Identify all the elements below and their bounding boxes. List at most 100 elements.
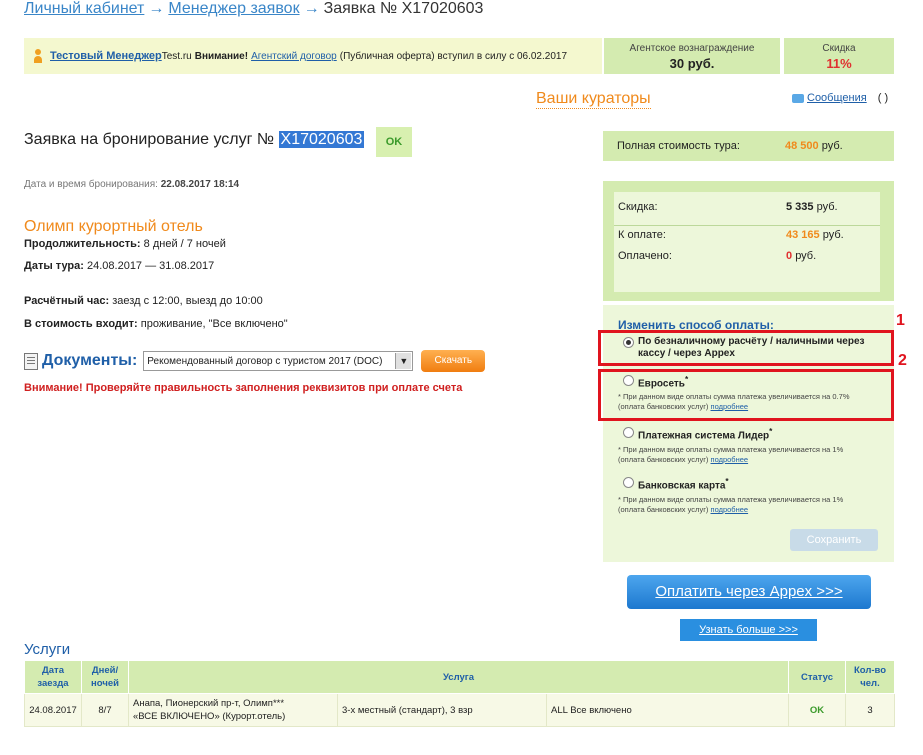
col-checkin-date: Дата заезда bbox=[24, 660, 82, 694]
lider-note-line2: (оплата банковских услуг) подробнее bbox=[618, 455, 843, 465]
cell-room: 3-х местный (стандарт), 3 взр bbox=[337, 693, 547, 727]
card-note-line2: (оплата банковских услуг) подробнее bbox=[618, 505, 843, 515]
full-cost-value: 48 500 руб. bbox=[785, 140, 843, 152]
discount-value: 11% bbox=[826, 56, 852, 71]
services-title: Услуги bbox=[24, 641, 71, 658]
checkin-value: заезд с 12:00, выезд до 10:00 bbox=[112, 295, 263, 307]
cell-people: 3 bbox=[845, 693, 895, 727]
cell-date: 24.08.2017 bbox=[24, 693, 82, 727]
user-icon bbox=[34, 49, 42, 63]
documents-label: Документы bbox=[42, 352, 132, 369]
contract-link[interactable]: Агентский договор bbox=[251, 51, 337, 62]
agent-reward-label: Агентское вознаграждение bbox=[629, 43, 755, 54]
col-days-nights: Дней/ ночей bbox=[81, 660, 129, 694]
summary-paid-value: 0 руб. bbox=[786, 250, 816, 262]
lider-note-line1: * При данном виде оплаты сумма платежа у… bbox=[618, 445, 844, 454]
full-cost-amount: 48 500 bbox=[785, 140, 819, 152]
payment-warning: Внимание! Проверяйте правильность заполн… bbox=[24, 382, 463, 394]
lider-more-link[interactable]: подробнее bbox=[711, 455, 749, 464]
agency-name: Test.ru bbox=[161, 50, 192, 62]
cell-nights: 8/7 bbox=[81, 693, 129, 727]
duration-label: Продолжительность: bbox=[24, 238, 141, 250]
notice-attention: Внимание! bbox=[194, 50, 249, 62]
cell-hotel-line2: «ВСЕ ВКЛЮЧЕНО» (Курорт.отель) bbox=[133, 711, 286, 722]
chevron-down-icon[interactable]: ▼ bbox=[395, 353, 412, 369]
services-table: Дата заезда Дней/ ночей Услуга Статус Ко… bbox=[24, 660, 895, 727]
highlight-box-1 bbox=[598, 330, 894, 366]
booking-date: Дата и время бронирования: 22.08.2017 18… bbox=[24, 179, 239, 190]
order-title-text: Заявка на бронирование услуг № bbox=[24, 131, 275, 148]
hotel-name: Олимп курортный отель bbox=[24, 218, 203, 235]
table-row: 24.08.2017 8/7 Анапа, Пионерский пр-т, О… bbox=[24, 693, 895, 727]
order-number: X17020603 bbox=[278, 131, 365, 148]
col-status: Статус bbox=[788, 660, 846, 694]
agent-reward-value: 30 руб. bbox=[669, 56, 715, 71]
summary-paid-unit: руб. bbox=[795, 250, 817, 262]
notice-text: (Публичная оферта) вступил в силу с 06.0… bbox=[339, 50, 568, 62]
chat-icon bbox=[792, 93, 804, 103]
includes-line: В стоимость входит: проживание, "Все вкл… bbox=[24, 318, 288, 330]
breadcrumb-current: Заявка № X17020603 bbox=[323, 0, 484, 17]
tour-dates-line: Даты тура: 24.08.2017 — 31.08.2017 bbox=[24, 260, 214, 272]
pay-via-appex-button[interactable]: Оплатить через Appex >>> bbox=[627, 575, 871, 609]
cell-hotel: Анапа, Пионерский пр-т, Олимп*** «ВСЕ ВК… bbox=[128, 693, 338, 727]
highlight-box-2 bbox=[598, 369, 894, 421]
payment-option-card-label[interactable]: Банковская карта* bbox=[638, 476, 729, 491]
duration-line: Продолжительность: 8 дней / 7 ночей bbox=[24, 238, 226, 250]
agent-reward-box: Агентское вознаграждение 30 руб. bbox=[604, 38, 780, 74]
col-service: Услуга bbox=[128, 660, 789, 694]
learn-more-button[interactable]: Узнать больше >>> bbox=[680, 619, 817, 641]
payment-option-lider-label[interactable]: Платежная система Лидер* bbox=[638, 426, 772, 441]
cell-meal: ALL Все включено bbox=[546, 693, 789, 727]
tour-dates-label: Даты тура: bbox=[24, 260, 84, 272]
summary-to-pay-unit: руб. bbox=[822, 229, 844, 241]
payment-summary: Скидка: 5 335 руб. К оплате: 43 165 руб.… bbox=[603, 181, 894, 301]
full-cost-unit: руб. bbox=[821, 140, 843, 152]
save-button[interactable]: Сохранить bbox=[790, 529, 878, 551]
highlight-number-2: 2 bbox=[898, 352, 907, 369]
breadcrumb-order-manager[interactable]: Менеджер заявок bbox=[168, 0, 299, 17]
documents-colon: : bbox=[131, 352, 138, 369]
lider-label-text: Платежная система Лидер bbox=[638, 430, 770, 442]
manager-name-link[interactable]: Тестовый Менеджер bbox=[50, 50, 162, 62]
card-label-text: Банковская карта bbox=[638, 480, 726, 492]
messages: Сообщения ( ) bbox=[792, 92, 888, 104]
tour-dates-value: 24.08.2017 — 31.08.2017 bbox=[87, 260, 215, 272]
cell-hotel-line1: Анапа, Пионерский пр-т, Олимп*** bbox=[133, 698, 285, 709]
discount-box: Скидка 11% bbox=[784, 38, 894, 74]
messages-link[interactable]: Сообщения bbox=[807, 92, 867, 104]
full-cost-box: Полная стоимость тура: 48 500 руб. bbox=[603, 131, 894, 161]
breadcrumb-arrow-icon: → bbox=[148, 0, 165, 17]
summary-discount-amount: 5 335 bbox=[786, 201, 814, 213]
cell-status: OK bbox=[788, 693, 846, 727]
documents-select[interactable]: Рекомендованный договор с туристом 2017 … bbox=[143, 351, 414, 371]
download-button[interactable]: Скачать bbox=[421, 350, 486, 372]
document-icon bbox=[24, 352, 38, 370]
messages-count: ( ) bbox=[877, 92, 889, 104]
checkin-label: Расчётный час: bbox=[24, 295, 110, 307]
duration-value: 8 дней / 7 ночей bbox=[143, 238, 226, 250]
summary-to-pay-value: 43 165 руб. bbox=[786, 229, 844, 241]
booking-date-label: Дата и время бронирования: bbox=[24, 179, 158, 190]
documents-selected: Рекомендованный договор с туристом 2017 … bbox=[147, 355, 383, 367]
payment-option-card-radio[interactable] bbox=[623, 477, 634, 488]
card-note-bank: (оплата банковских услуг) bbox=[618, 505, 709, 514]
discount-label: Скидка bbox=[822, 43, 856, 54]
order-status-badge: OK bbox=[376, 127, 412, 157]
documents-row: Документы: Рекомендованный договор с тур… bbox=[24, 350, 486, 372]
summary-paid-label: Оплачено: bbox=[618, 250, 672, 262]
card-more-link[interactable]: подробнее bbox=[711, 505, 749, 514]
breadcrumb-arrow-icon: → bbox=[303, 0, 320, 17]
card-note: * При данном виде оплаты сумма платежа у… bbox=[618, 495, 843, 515]
breadcrumb-personal-cabinet[interactable]: Личный кабинет bbox=[24, 0, 144, 17]
services-header-row: Дата заезда Дней/ ночей Услуга Статус Ко… bbox=[24, 660, 895, 694]
payment-option-lider-radio[interactable] bbox=[623, 427, 634, 438]
curators-link[interactable]: Ваши кураторы bbox=[536, 90, 651, 109]
summary-to-pay-amount: 43 165 bbox=[786, 229, 820, 241]
summary-discount-unit: руб. bbox=[816, 201, 838, 213]
summary-to-pay-label: К оплате: bbox=[618, 229, 666, 241]
order-title: Заявка на бронирование услуг № X17020603 bbox=[24, 131, 365, 149]
checkin-line: Расчётный час: заезд с 12:00, выезд до 1… bbox=[24, 295, 263, 307]
notice-bar: Тестовый Менеджер Test.ru Внимание! Аген… bbox=[24, 38, 602, 74]
includes-value: проживание, "Все включено" bbox=[140, 318, 288, 330]
